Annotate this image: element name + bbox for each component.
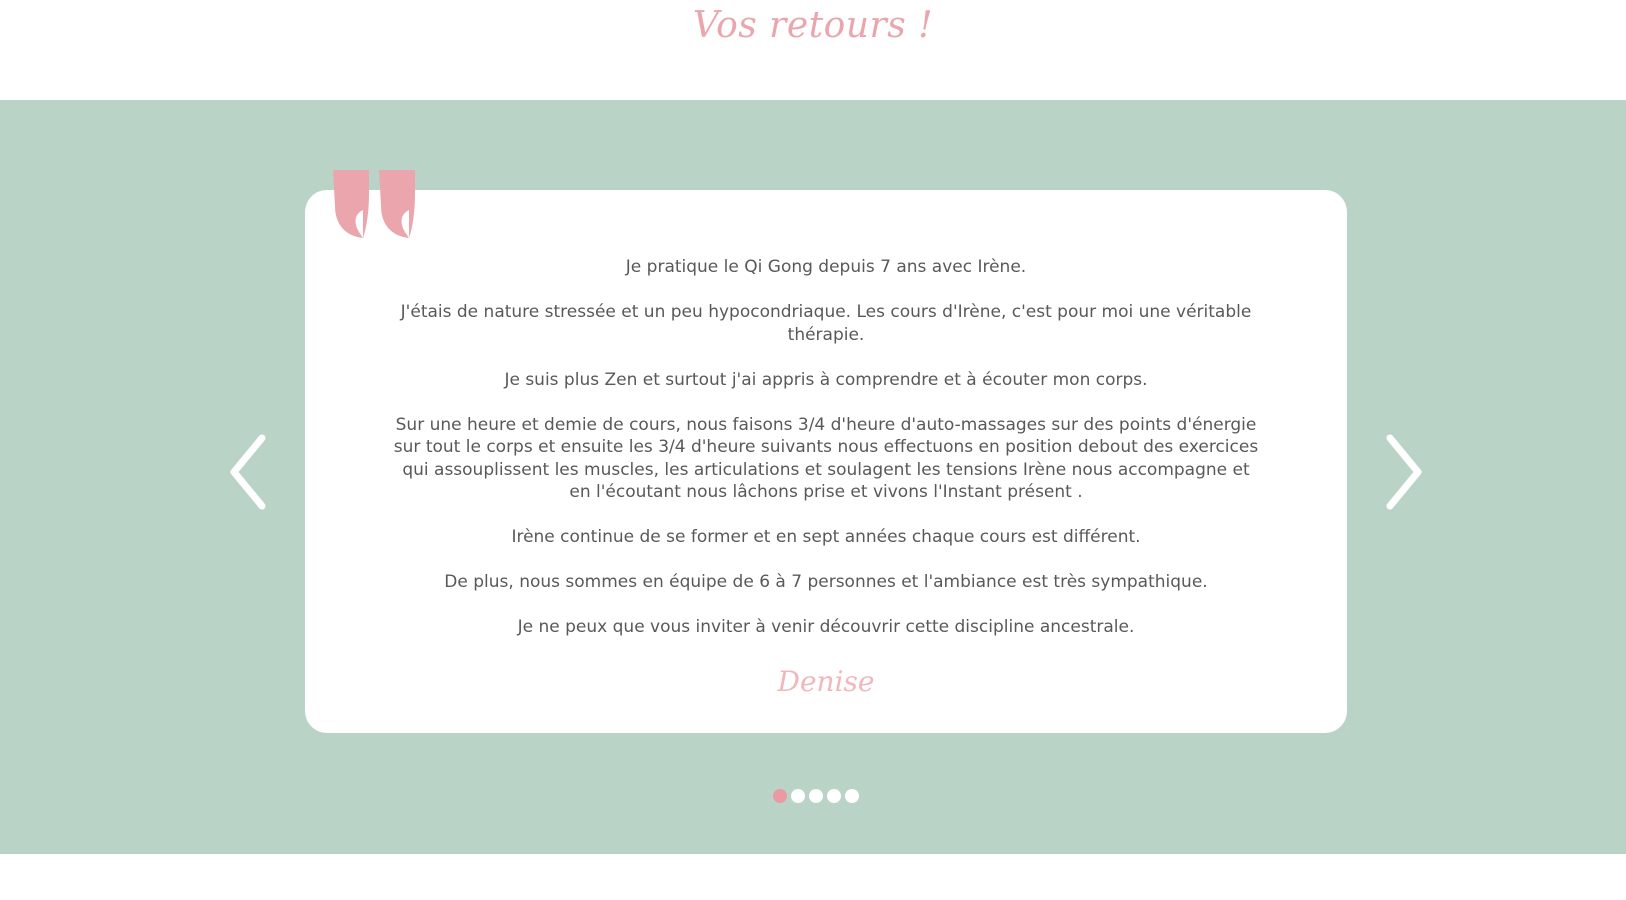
page-title: Vos retours ! — [692, 5, 934, 46]
chevron-right-icon — [1386, 434, 1422, 510]
testimonial-author: Denise — [777, 665, 875, 698]
carousel-dot-5[interactable] — [845, 789, 859, 803]
carousel-dot-2[interactable] — [791, 789, 805, 803]
carousel-prev-button[interactable] — [226, 432, 278, 512]
chevron-left-icon — [230, 434, 266, 510]
testimonial-paragraph: Je suis plus Zen et surtout j'ai appris … — [504, 369, 1148, 390]
testimonial-paragraph: Je pratique le Qi Gong depuis 7 ans avec… — [625, 257, 1027, 277]
carousel-dot-1[interactable] — [773, 789, 787, 803]
testimonial-card: Je pratique le Qi Gong depuis 7 ans avec… — [305, 170, 1347, 733]
testimonial-text: Je pratique le Qi Gong depuis 7 ans avec… — [390, 256, 1262, 661]
carousel-pagination — [773, 789, 859, 805]
testimonial-paragraph: Sur une heure et demie de cours, nous fa… — [393, 414, 1259, 503]
testimonial-section: Je pratique le Qi Gong depuis 7 ans avec… — [0, 100, 1626, 854]
testimonial-paragraph: De plus, nous sommes en équipe de 6 à 7 … — [444, 572, 1208, 592]
carousel-next-button[interactable] — [1380, 432, 1432, 512]
testimonial-paragraph: J'étais de nature stressée et un peu hyp… — [400, 302, 1252, 345]
quote-mark-icon — [333, 170, 417, 238]
testimonial-paragraph: Je ne peux que vous inviter à venir déco… — [517, 617, 1135, 637]
carousel-dot-4[interactable] — [827, 789, 841, 803]
testimonial-paragraph: Irène continue de se former et en sept a… — [511, 527, 1141, 547]
carousel-dot-3[interactable] — [809, 789, 823, 803]
